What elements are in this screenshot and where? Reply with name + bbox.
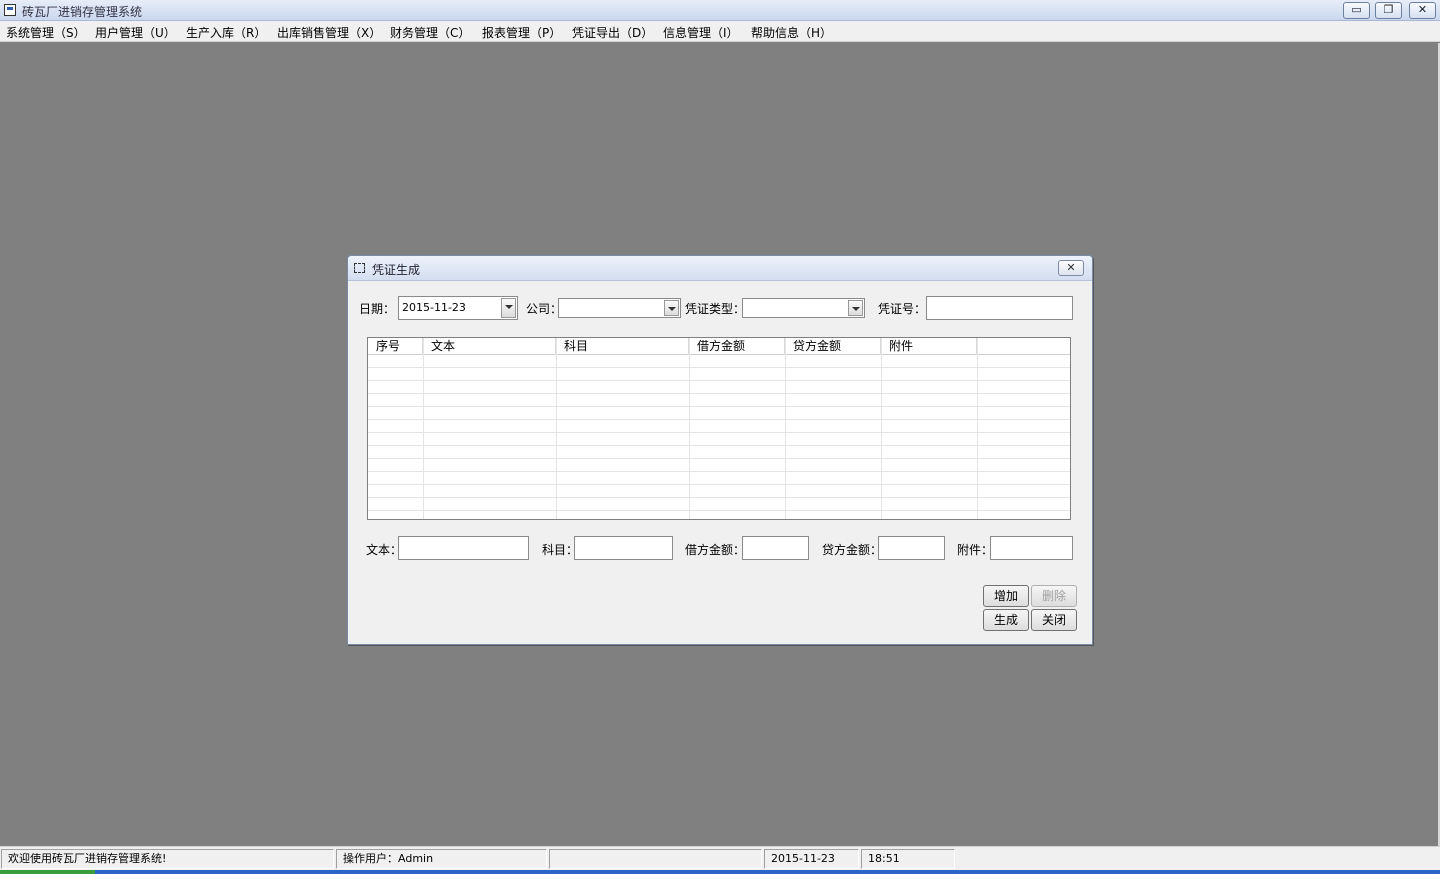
- table-row[interactable]: [368, 511, 1070, 519]
- dialog-title: 凭证生成: [372, 263, 421, 277]
- chevron-down-icon[interactable]: [664, 300, 679, 316]
- status-time: 18:51: [861, 849, 955, 869]
- status-blank: [549, 849, 762, 869]
- table-row[interactable]: [368, 368, 1070, 381]
- column-header-text[interactable]: 文本: [423, 338, 556, 355]
- voucher-no-input[interactable]: [926, 296, 1073, 320]
- attachment-label: 附件：: [957, 543, 994, 557]
- table-row[interactable]: [368, 433, 1070, 446]
- dialog-icon: [354, 263, 365, 273]
- status-welcome: 欢迎使用砖瓦厂进销存管理系统!: [1, 849, 334, 869]
- voucher-lines-table[interactable]: 序号 文本 科目 借方金额 贷方金额 附件: [367, 337, 1071, 520]
- window-title: 砖瓦厂进销存管理系统: [22, 5, 143, 19]
- credit-label: 贷方金额：: [822, 543, 883, 557]
- debit-input[interactable]: [742, 536, 809, 560]
- status-user: 操作用户：Admin: [336, 849, 547, 869]
- menu-users[interactable]: 用户管理（U）: [95, 24, 176, 41]
- text-input[interactable]: [398, 536, 529, 560]
- generate-button[interactable]: 生成: [983, 609, 1029, 631]
- table-row[interactable]: [368, 459, 1070, 472]
- voucher-no-label: 凭证号：: [878, 302, 927, 316]
- column-header-filler: [977, 338, 1070, 355]
- dialog-close-button[interactable]: ✕: [1058, 260, 1084, 276]
- debit-label: 借方金额：: [685, 543, 746, 557]
- chevron-down-icon[interactable]: [848, 300, 863, 316]
- menu-info[interactable]: 信息管理（I）: [663, 24, 739, 41]
- subject-input[interactable]: [574, 536, 673, 560]
- app-icon: [4, 4, 16, 16]
- column-header-subject[interactable]: 科目: [556, 338, 689, 355]
- table-row[interactable]: [368, 407, 1070, 420]
- table-row[interactable]: [368, 381, 1070, 394]
- voucher-generate-dialog: 凭证生成 ✕ 日期： 2015-11-23 公司： 凭证类型： 凭证号： 序号 …: [347, 255, 1093, 645]
- menu-reports[interactable]: 报表管理（P）: [482, 24, 561, 41]
- status-bar: 欢迎使用砖瓦厂进销存管理系统! 操作用户：Admin 2015-11-23 18…: [0, 846, 1440, 870]
- dialog-title-bar[interactable]: 凭证生成 ✕: [348, 256, 1092, 281]
- table-row[interactable]: [368, 394, 1070, 407]
- close-window-button[interactable]: ✕: [1409, 2, 1436, 19]
- menu-voucher-export[interactable]: 凭证导出（D）: [572, 24, 653, 41]
- table-header: 序号 文本 科目 借方金额 贷方金额 附件: [368, 338, 1070, 355]
- taskbar-strip: [0, 870, 1440, 874]
- add-button[interactable]: 增加: [983, 585, 1029, 607]
- table-row[interactable]: [368, 355, 1070, 368]
- menu-outbound-sales[interactable]: 出库销售管理（X）: [277, 24, 381, 41]
- menu-help[interactable]: 帮助信息（H）: [751, 24, 832, 41]
- voucher-type-select[interactable]: [742, 298, 865, 318]
- menu-production-stock-in[interactable]: 生产入库（R）: [186, 24, 266, 41]
- column-header-credit[interactable]: 贷方金额: [785, 338, 881, 355]
- company-select[interactable]: [558, 298, 681, 318]
- table-row[interactable]: [368, 420, 1070, 433]
- menu-finance[interactable]: 财务管理（C）: [390, 24, 470, 41]
- text-label: 文本：: [366, 543, 403, 557]
- credit-input[interactable]: [878, 536, 945, 560]
- chevron-down-icon[interactable]: [501, 298, 516, 318]
- attachment-input[interactable]: [990, 536, 1073, 560]
- table-row[interactable]: [368, 446, 1070, 459]
- start-strip: [0, 870, 95, 874]
- table-row[interactable]: [368, 472, 1070, 485]
- close-button[interactable]: 关闭: [1031, 609, 1077, 631]
- company-label: 公司：: [526, 302, 563, 316]
- minimize-button[interactable]: ▭: [1343, 2, 1370, 19]
- main-title-bar: 砖瓦厂进销存管理系统 ▭ ❐ ✕: [0, 0, 1440, 21]
- table-row[interactable]: [368, 498, 1070, 511]
- column-header-seq[interactable]: 序号: [368, 338, 423, 355]
- date-label: 日期：: [359, 302, 396, 316]
- date-picker[interactable]: 2015-11-23: [398, 296, 518, 320]
- menu-system[interactable]: 系统管理（S）: [6, 24, 86, 41]
- restore-button[interactable]: ❐: [1375, 2, 1402, 19]
- delete-button[interactable]: 删除: [1031, 585, 1077, 607]
- status-date: 2015-11-23: [764, 849, 859, 869]
- table-row[interactable]: [368, 485, 1070, 498]
- voucher-type-label: 凭证类型：: [685, 302, 746, 316]
- subject-label: 科目：: [542, 543, 579, 557]
- column-header-debit[interactable]: 借方金额: [689, 338, 785, 355]
- menu-bar: 系统管理（S） 用户管理（U） 生产入库（R） 出库销售管理（X） 财务管理（C…: [0, 21, 1440, 42]
- column-header-attachment[interactable]: 附件: [881, 338, 977, 355]
- date-value: 2015-11-23: [402, 301, 466, 314]
